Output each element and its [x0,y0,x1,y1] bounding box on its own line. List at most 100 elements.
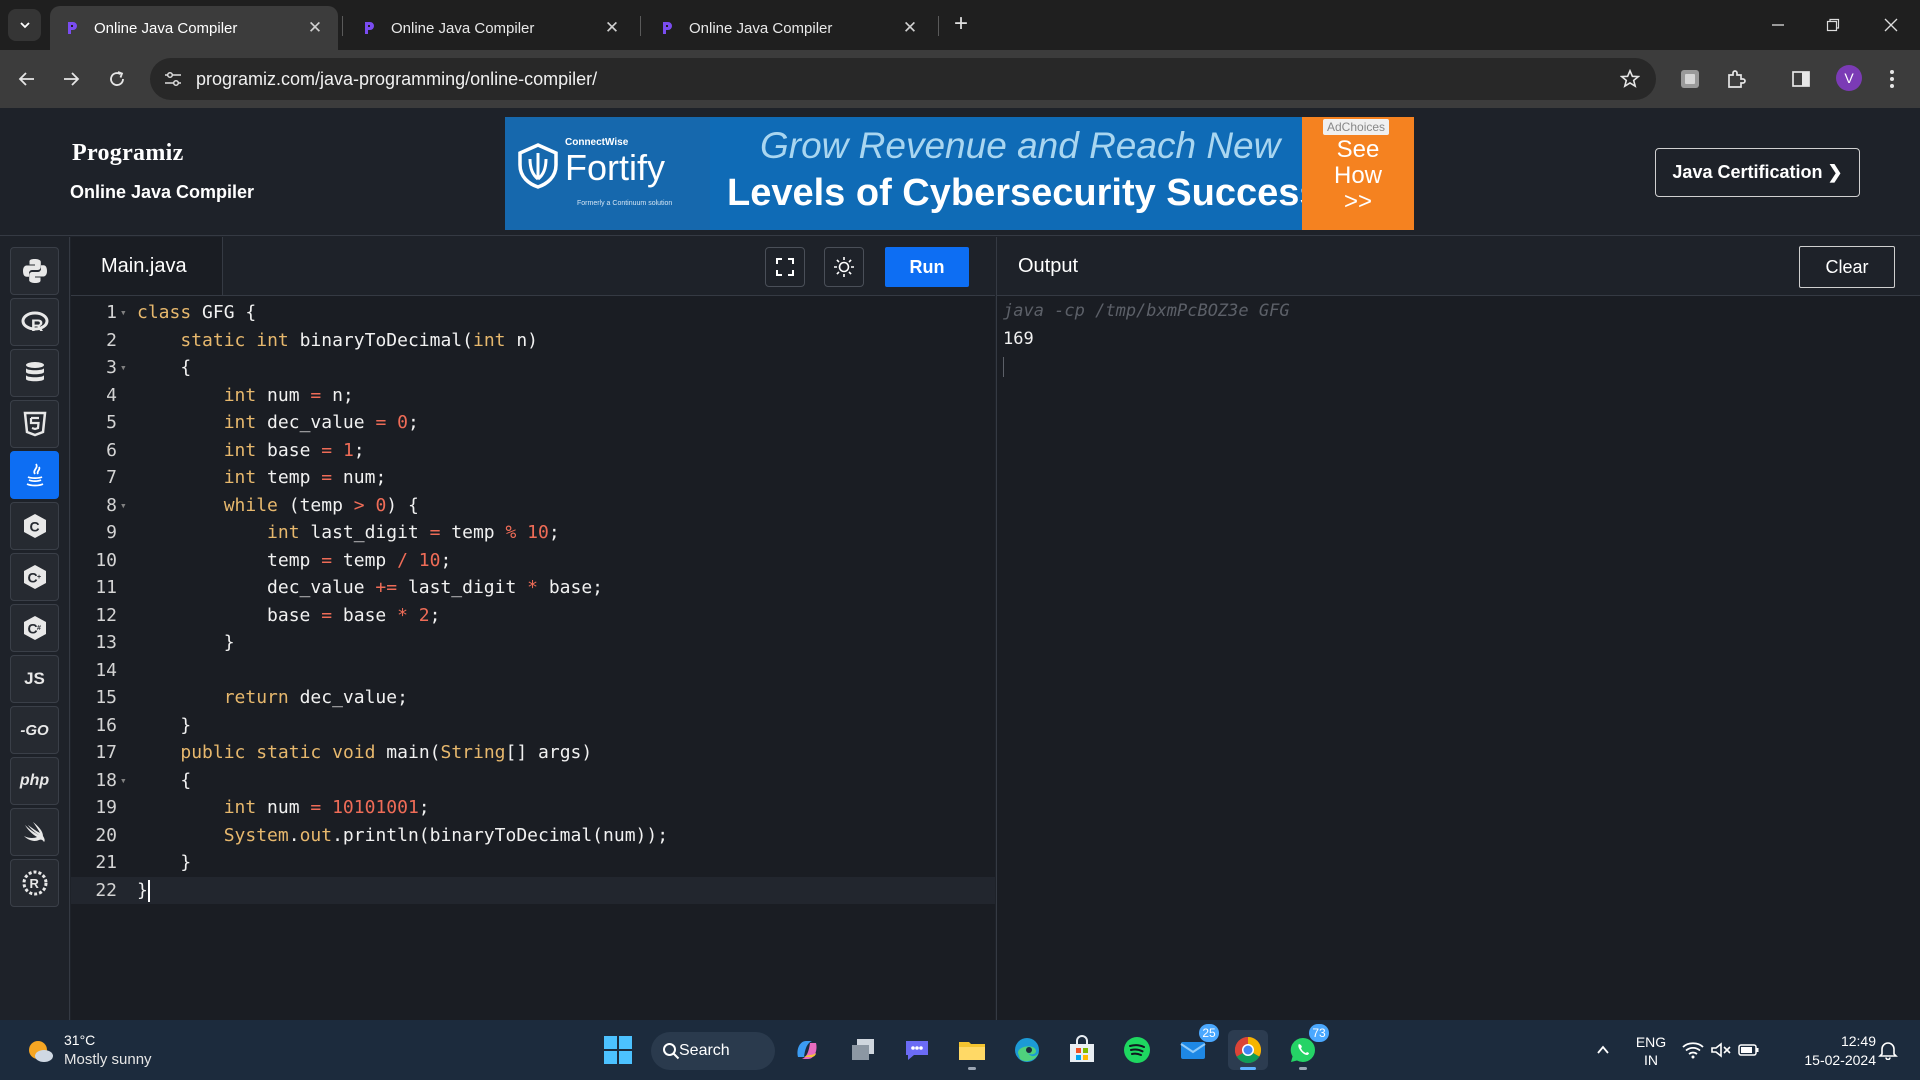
csharp-button[interactable]: C # [10,604,59,652]
fold-toggle-icon[interactable]: ▾ [120,354,127,382]
output-input-caret[interactable] [1003,357,1004,377]
js-button[interactable]: JS [10,655,59,703]
bookmark-star-icon[interactable] [1618,67,1642,91]
code-line[interactable]: 17 public static void main(String[] args… [71,739,995,767]
edge-app[interactable] [1007,1030,1047,1070]
html-button[interactable] [10,400,59,448]
programiz-logo[interactable]: Programiz [72,140,184,167]
taskbar-search[interactable]: Search [651,1032,775,1070]
code-line[interactable]: 2 static int binaryToDecimal(int n) [71,327,995,355]
language-sidebar: R C C + C # JS -GO php R [0,237,70,1020]
notifications-button[interactable] [1868,1030,1908,1070]
adchoices-label[interactable]: AdChoices [1323,119,1390,135]
code-line[interactable]: 16 } [71,712,995,740]
code-line[interactable]: 14 [71,657,995,685]
code-line[interactable]: 15 return dec_value; [71,684,995,712]
java-button[interactable] [10,451,59,499]
code-token: int [223,467,257,488]
url-text[interactable]: programiz.com/java-programming/online-co… [196,69,597,90]
file-explorer-app[interactable] [952,1030,992,1070]
restore-icon[interactable] [1818,10,1848,40]
minimize-icon[interactable] [1763,10,1793,40]
ad-cta-text: See How >> [1302,137,1414,215]
run-button[interactable]: Run [885,247,969,287]
cpp-button[interactable]: C + [10,553,59,601]
browser-tab-3[interactable]: Online Java Compiler ✕ [645,6,933,50]
code-line[interactable]: 4 int num = n; [71,382,995,410]
code-line[interactable]: 22} [71,876,995,904]
fullscreen-button[interactable] [765,247,805,287]
site-settings-icon[interactable] [162,68,184,90]
advertisement-banner[interactable]: ConnectWise Fortify Formerly a Continuum… [505,117,1414,230]
extensions-puzzle-icon[interactable] [1722,65,1750,93]
close-tab-icon[interactable]: ✕ [306,18,324,37]
system-clock[interactable]: 12:49 15-02-2024 [1780,1032,1876,1070]
file-tab-main-java[interactable]: Main.java [71,237,223,295]
fold-toggle-icon[interactable]: ▾ [120,299,127,327]
code-line[interactable]: 10 temp = temp / 10; [71,547,995,575]
side-panel-icon[interactable] [1787,65,1815,93]
teams-chat-app[interactable] [897,1030,937,1070]
r-button[interactable]: R [10,298,59,346]
python-button[interactable] [10,247,59,295]
sql-button[interactable] [10,349,59,397]
fold-toggle-icon[interactable]: ▾ [120,767,127,795]
swift-button[interactable] [10,808,59,856]
address-bar[interactable]: programiz.com/java-programming/online-co… [150,58,1656,100]
reload-icon[interactable] [102,64,132,94]
input-language-indicator[interactable]: ENG IN [1628,1033,1674,1069]
rust-button[interactable]: R [10,859,59,907]
code-line[interactable]: 19 int num = 10101001; [71,794,995,822]
java-certification-button[interactable]: Java Certification ❯ [1655,148,1860,197]
code-line[interactable]: 18 ▾ { [71,767,995,795]
weather-description[interactable]: Mostly sunny [64,1051,152,1068]
js-icon: JS [24,669,45,688]
tab-search-button[interactable] [8,9,41,41]
profile-avatar[interactable]: V [1836,65,1862,91]
task-view-app[interactable] [843,1030,883,1070]
code-line[interactable]: 21 } [71,849,995,877]
extension-icon[interactable] [1676,65,1704,93]
clear-button[interactable]: Clear [1799,246,1895,288]
mail-app[interactable]: 25 [1173,1024,1219,1070]
code-token: base [137,604,322,626]
browser-tab-2[interactable]: Online Java Compiler ✕ [347,6,635,50]
back-arrow-icon[interactable] [12,64,42,94]
go-button[interactable]: -GO [10,706,59,754]
c-button[interactable]: C [10,502,59,550]
window-close-icon[interactable] [1876,10,1906,40]
whatsapp-app[interactable]: 73 [1283,1024,1329,1070]
weather-temperature[interactable]: 31°C [64,1032,95,1048]
code-line[interactable]: 1 ▾ class GFG { [71,299,995,327]
browser-tab-1[interactable]: Online Java Compiler ✕ [50,6,338,50]
code-line[interactable]: 9 int last_digit = temp % 10; [71,519,995,547]
code-line[interactable]: 3 ▾ { [71,354,995,382]
code-line[interactable]: 13 } [71,629,995,657]
new-tab-plus-icon[interactable]: + [948,12,974,38]
theme-toggle-button[interactable] [824,247,864,287]
show-hidden-icons-button[interactable] [1583,1030,1623,1070]
code-line[interactable]: 6 int base = 1; [71,437,995,465]
quick-settings-button[interactable] [1676,1030,1766,1070]
fold-toggle-icon[interactable]: ▾ [120,492,127,520]
start-button[interactable] [598,1030,638,1070]
code-line[interactable]: 20 System.out.println(binaryToDecimal(nu… [71,822,995,850]
spotify-app[interactable] [1117,1030,1157,1070]
code-line[interactable]: 7 int temp = num; [71,464,995,492]
weather-sun-icon[interactable] [24,1034,56,1066]
close-tab-icon[interactable]: ✕ [901,18,919,37]
code-line[interactable]: 8 ▾ while (temp > 0) { [71,492,995,520]
close-tab-icon[interactable]: ✕ [603,18,621,37]
php-button[interactable]: php [10,757,59,805]
code-line[interactable]: 5 int dec_value = 0; [71,409,995,437]
chrome-app[interactable] [1228,1030,1268,1070]
windows-taskbar: 31°C Mostly sunny Search 25 73 ENG IN 12… [0,1020,1920,1080]
code-editor[interactable]: 1 ▾ class GFG {2 static int binaryToDecima… [71,296,995,1020]
more-options-icon[interactable] [1878,65,1906,93]
microsoft-store-app[interactable] [1062,1030,1102,1070]
forward-arrow-icon[interactable] [56,64,86,94]
code-line[interactable]: 12 base = base * 2; [71,602,995,630]
code-line[interactable]: 11 dec_value += last_digit * base; [71,574,995,602]
copilot-app[interactable] [787,1030,827,1070]
